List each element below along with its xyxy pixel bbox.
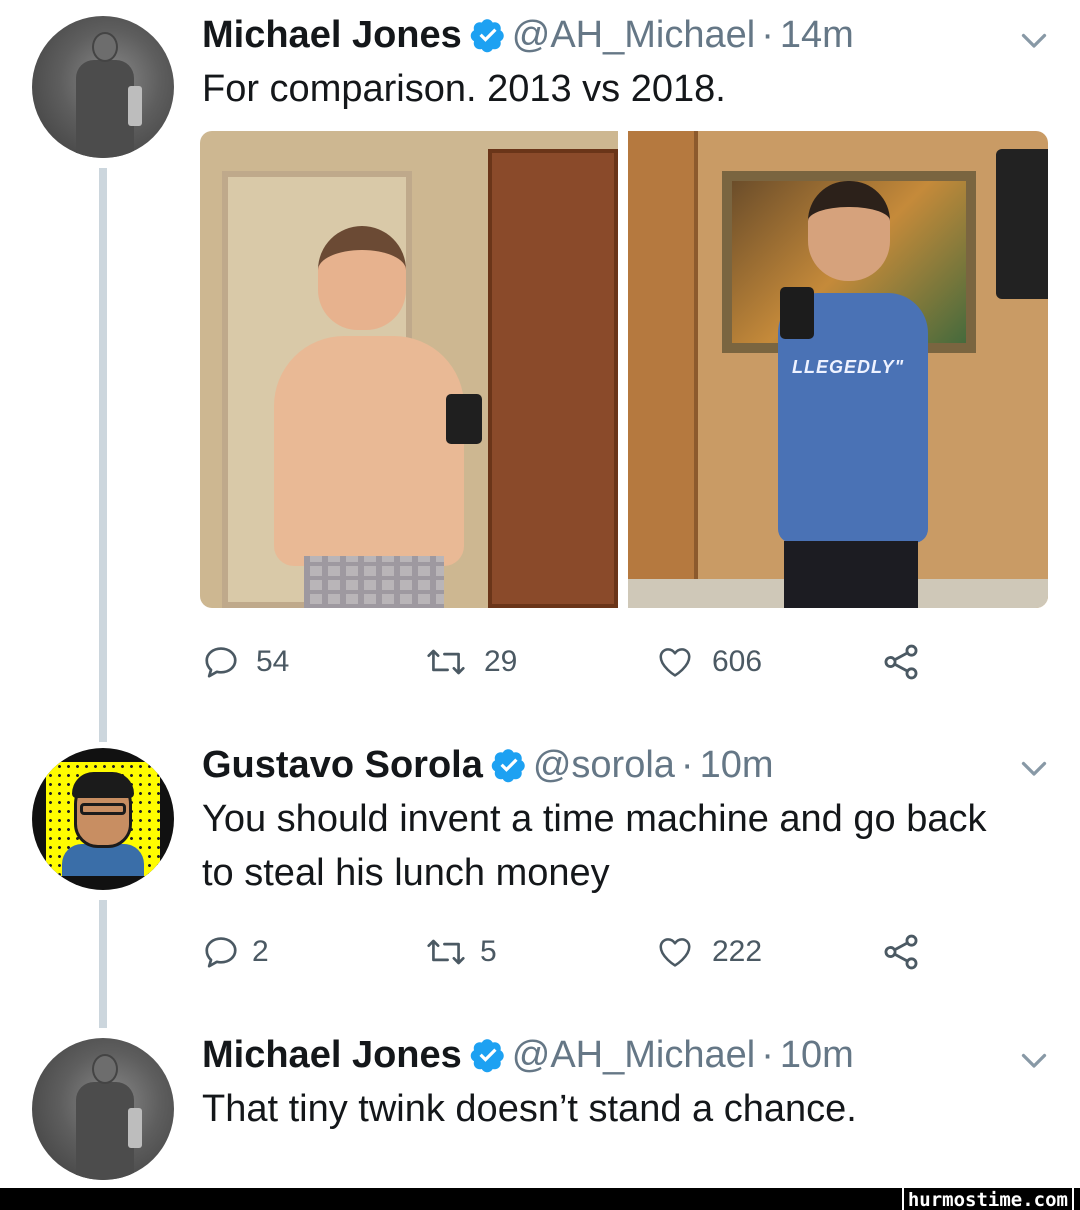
author-handle[interactable]: @sorola <box>533 742 675 788</box>
reply-icon <box>205 937 237 968</box>
reply-icon <box>205 647 237 678</box>
photo-door <box>628 131 698 608</box>
avatar-figure <box>76 1082 134 1180</box>
avatar-shirt <box>62 844 144 876</box>
like-count: 606 <box>712 645 763 678</box>
separator-dot: · <box>761 14 774 56</box>
chevron-down-icon[interactable] <box>1016 750 1052 786</box>
retweet-button[interactable]: 5 <box>424 932 497 972</box>
verified-icon <box>470 19 504 53</box>
tweet-text: For comparison. 2013 vs 2018. <box>202 68 726 110</box>
verified-icon <box>491 749 525 783</box>
photo-person-pants <box>784 541 918 608</box>
like-icon <box>659 938 691 967</box>
avatar-hair <box>72 772 134 798</box>
avatar[interactable] <box>32 16 174 158</box>
tweet-actions: 54 29 606 <box>202 642 962 682</box>
chevron-down-icon[interactable] <box>1016 1042 1052 1078</box>
avatar[interactable] <box>32 748 174 890</box>
reply-button[interactable]: 2 <box>202 932 269 972</box>
photo-dispenser <box>996 149 1048 299</box>
photo-person-torso <box>274 336 464 566</box>
retweet-count: 29 <box>484 645 518 678</box>
share-icon <box>884 934 918 970</box>
avatar-figure-cup <box>128 1108 142 1148</box>
separator-dot: · <box>680 744 694 786</box>
thread-line <box>99 900 107 1028</box>
tweet-1[interactable]: Michael Jones @AH_Michael · 14m For comp… <box>0 0 1080 738</box>
media-photo-2018[interactable]: LLEGEDLY" <box>628 131 1048 608</box>
author-handle[interactable]: @AH_Michael <box>512 1032 755 1078</box>
photo-phone <box>446 394 482 444</box>
thread-line <box>99 168 107 738</box>
photo-person <box>240 226 482 608</box>
photo-phone <box>780 287 814 339</box>
avatar[interactable] <box>32 1038 174 1180</box>
tweet-3[interactable]: Michael Jones @AH_Michael · 10m That tin… <box>0 1028 1080 1186</box>
thread-line <box>99 720 107 742</box>
author-name[interactable]: Michael Jones <box>202 1032 462 1078</box>
tweet-2[interactable]: Gustavo Sorola @sorola · 10m You should … <box>0 720 1080 1030</box>
tweet-text: You should invent a time machine and go … <box>202 798 987 894</box>
avatar-glasses <box>80 803 126 815</box>
avatar-figure-cup <box>128 86 142 126</box>
retweet-count: 5 <box>480 935 497 968</box>
retweet-icon <box>427 649 465 675</box>
retweet-button[interactable]: 29 <box>424 642 517 682</box>
separator-dot: · <box>761 1034 774 1076</box>
author-name[interactable]: Michael Jones <box>202 12 462 58</box>
media-photo-2013[interactable] <box>200 131 618 608</box>
avatar-figure-head <box>92 32 118 62</box>
share-button[interactable] <box>880 642 922 682</box>
timestamp[interactable]: 10m <box>780 1032 854 1078</box>
tweet-text: That tiny twink doesn’t stand a chance. <box>202 1088 857 1130</box>
share-icon <box>884 644 918 680</box>
retweet-icon <box>427 939 465 965</box>
tweet-actions: 2 5 222 <box>202 932 962 972</box>
photo-person-head <box>808 181 890 281</box>
author-handle[interactable]: @AH_Michael <box>512 12 755 58</box>
like-icon <box>659 648 691 677</box>
photo-person-shorts <box>304 556 444 608</box>
reply-count: 2 <box>252 935 269 968</box>
photo-person: LLEGEDLY" <box>744 181 954 608</box>
like-button[interactable]: 222 <box>654 932 762 972</box>
verified-icon <box>470 1039 504 1073</box>
like-button[interactable]: 606 <box>654 642 762 682</box>
watermark-text: hurmostime.com <box>901 1186 1074 1210</box>
chevron-down-icon[interactable] <box>1016 22 1052 58</box>
reply-button[interactable]: 54 <box>202 642 289 682</box>
avatar-figure-head <box>92 1054 118 1084</box>
share-button[interactable] <box>880 932 922 972</box>
tweet-header: Michael Jones @AH_Michael · 14m <box>202 12 854 58</box>
tweet-header: Gustavo Sorola @sorola · 10m <box>202 742 774 788</box>
author-name[interactable]: Gustavo Sorola <box>202 742 483 788</box>
timestamp[interactable]: 14m <box>780 12 854 58</box>
reply-count: 54 <box>256 645 290 678</box>
like-count: 222 <box>712 935 763 968</box>
photo-person-head <box>318 226 406 330</box>
tweet-header: Michael Jones @AH_Michael · 10m <box>202 1032 854 1078</box>
shirt-text: LLEGEDLY" <box>792 357 905 377</box>
tweet-media[interactable]: LLEGEDLY" <box>200 131 1048 608</box>
photo-cabinet <box>488 149 618 608</box>
avatar-figure <box>76 60 134 158</box>
timestamp[interactable]: 10m <box>700 742 774 788</box>
